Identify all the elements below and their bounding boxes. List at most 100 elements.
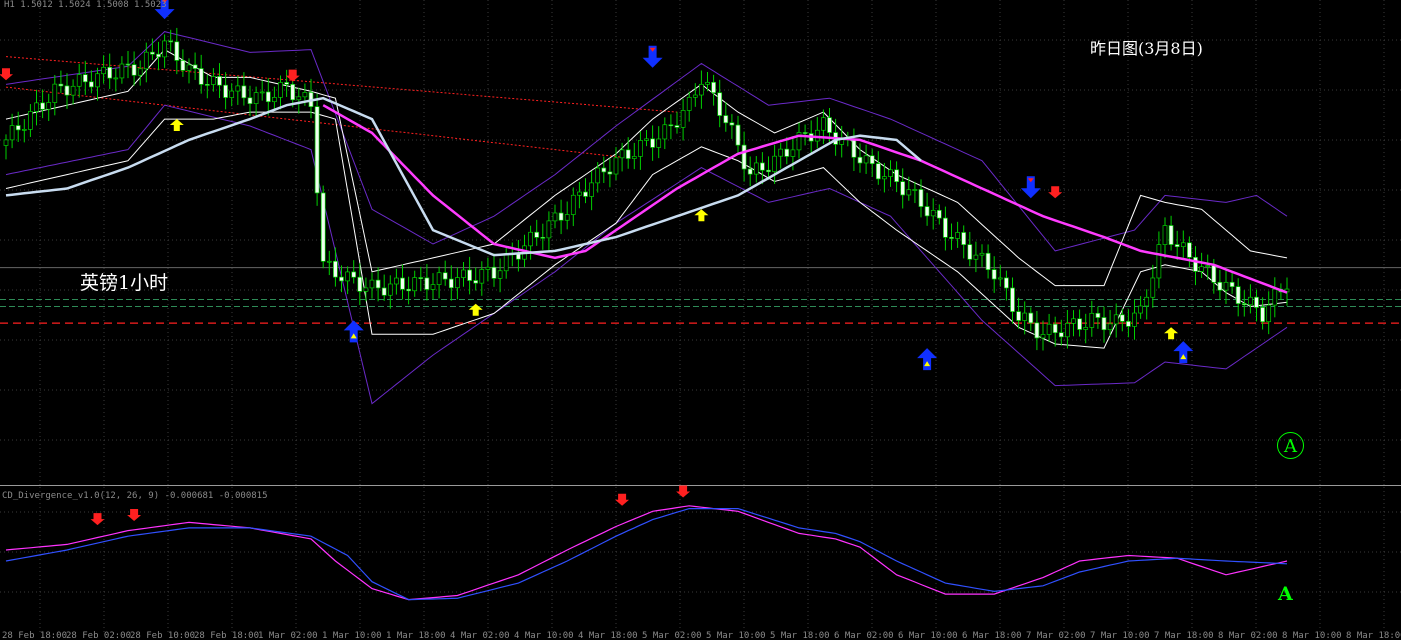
candle-body bbox=[320, 192, 326, 262]
trading-chart[interactable]: 28 Feb 18:0028 Feb 02:0028 Feb 10:0028 F… bbox=[0, 0, 1401, 640]
candle-body bbox=[58, 83, 64, 87]
candle-body bbox=[943, 217, 948, 238]
indicator-label: CD_Divergence_v1.0(12, 26, 9) -0.000681 … bbox=[2, 491, 268, 501]
candle-body bbox=[699, 83, 704, 96]
candle-body bbox=[387, 283, 393, 296]
candle-body bbox=[1235, 286, 1241, 304]
candle-body bbox=[753, 162, 759, 175]
candle-body bbox=[247, 97, 253, 104]
candle-body bbox=[1119, 314, 1125, 322]
candle-body bbox=[363, 287, 369, 292]
candle-body bbox=[662, 124, 668, 140]
candle-body bbox=[455, 277, 460, 289]
candle-body bbox=[875, 163, 881, 180]
candle-body bbox=[326, 260, 332, 263]
candle-body bbox=[119, 63, 125, 79]
candle-body bbox=[930, 209, 936, 217]
candle-body bbox=[1211, 265, 1217, 283]
candle-body bbox=[101, 66, 106, 75]
candle-body bbox=[204, 84, 210, 86]
candle-body bbox=[552, 212, 558, 222]
candle-body bbox=[979, 252, 985, 256]
candle-body bbox=[265, 91, 271, 103]
candle-body bbox=[1199, 266, 1204, 272]
candle-body bbox=[1229, 281, 1235, 288]
time-tick-label: 28 Feb 02:00 bbox=[66, 631, 131, 640]
candle-body bbox=[46, 102, 52, 110]
candle-body bbox=[705, 81, 710, 85]
candle-body bbox=[912, 189, 918, 191]
candle-body bbox=[1089, 312, 1095, 328]
candle-body bbox=[1168, 225, 1174, 245]
candle-body bbox=[1174, 244, 1180, 248]
candle-body bbox=[28, 111, 33, 130]
candle-body bbox=[9, 125, 15, 141]
candle-body bbox=[168, 40, 174, 43]
candle-body bbox=[235, 85, 241, 92]
candle-body bbox=[686, 96, 692, 111]
candle-body bbox=[613, 157, 619, 175]
candle-body bbox=[156, 53, 161, 58]
candle-body bbox=[125, 63, 131, 66]
candle-body bbox=[64, 85, 70, 96]
candle-body bbox=[479, 269, 485, 284]
candle-body bbox=[436, 272, 442, 285]
candle-body bbox=[900, 181, 906, 196]
candle-body bbox=[619, 149, 625, 159]
candle-body bbox=[394, 277, 399, 285]
candle-body bbox=[290, 84, 296, 101]
candle-body bbox=[34, 102, 39, 112]
candle-body bbox=[723, 115, 729, 124]
chart-header-info: H1 1.5012 1.5024 1.5008 1.5023 bbox=[4, 0, 167, 10]
time-tick-label: 5 Mar 18:00 bbox=[770, 631, 830, 640]
time-tick-label: 7 Mar 18:00 bbox=[1154, 631, 1214, 640]
candle-body bbox=[784, 148, 790, 157]
candle-body bbox=[217, 76, 222, 86]
candle-body bbox=[211, 76, 216, 85]
candle-body bbox=[1077, 318, 1082, 330]
candle-body bbox=[717, 92, 723, 116]
candle-body bbox=[857, 156, 863, 164]
candle-body bbox=[1107, 323, 1113, 331]
candle-body bbox=[1095, 312, 1101, 318]
candle-body bbox=[485, 266, 491, 270]
candle-body bbox=[906, 189, 912, 196]
candle-body bbox=[253, 92, 259, 104]
candle-body bbox=[882, 176, 887, 180]
pair-timeframe-label: 英镑1小时 bbox=[80, 272, 169, 294]
candle-body bbox=[3, 139, 9, 146]
candle-body bbox=[95, 73, 100, 88]
candle-body bbox=[997, 277, 1003, 280]
candle-body bbox=[656, 138, 662, 148]
candle-body bbox=[778, 148, 784, 157]
candle-body bbox=[442, 272, 448, 280]
candle-body bbox=[186, 64, 192, 71]
candle-body bbox=[1180, 242, 1186, 248]
time-tick-label: 5 Mar 02:00 bbox=[642, 631, 702, 640]
candle-body bbox=[296, 96, 302, 101]
candle-body bbox=[534, 231, 540, 238]
candle-body bbox=[89, 81, 94, 88]
candle-body bbox=[827, 117, 832, 133]
candle-body bbox=[503, 253, 509, 272]
candle-body bbox=[747, 168, 753, 175]
candle-body bbox=[491, 266, 497, 279]
candle-body bbox=[1260, 307, 1265, 323]
candle-body bbox=[1052, 323, 1058, 334]
candle-body bbox=[314, 106, 320, 194]
candle-body bbox=[528, 231, 533, 247]
candle-body bbox=[961, 232, 967, 245]
a-marker-oscillator: A bbox=[1278, 583, 1293, 605]
candle-body bbox=[644, 138, 649, 141]
candle-body bbox=[924, 206, 930, 217]
candle-body bbox=[570, 194, 576, 215]
candle-body bbox=[150, 51, 155, 55]
candle-body bbox=[229, 90, 235, 98]
candle-body bbox=[357, 276, 363, 292]
time-tick-label: 1 Mar 10:00 bbox=[322, 631, 382, 640]
candle-body bbox=[741, 144, 747, 170]
candle-body bbox=[607, 171, 613, 175]
candle-body bbox=[259, 91, 265, 94]
candle-body bbox=[448, 278, 454, 289]
candle-body bbox=[936, 209, 942, 219]
